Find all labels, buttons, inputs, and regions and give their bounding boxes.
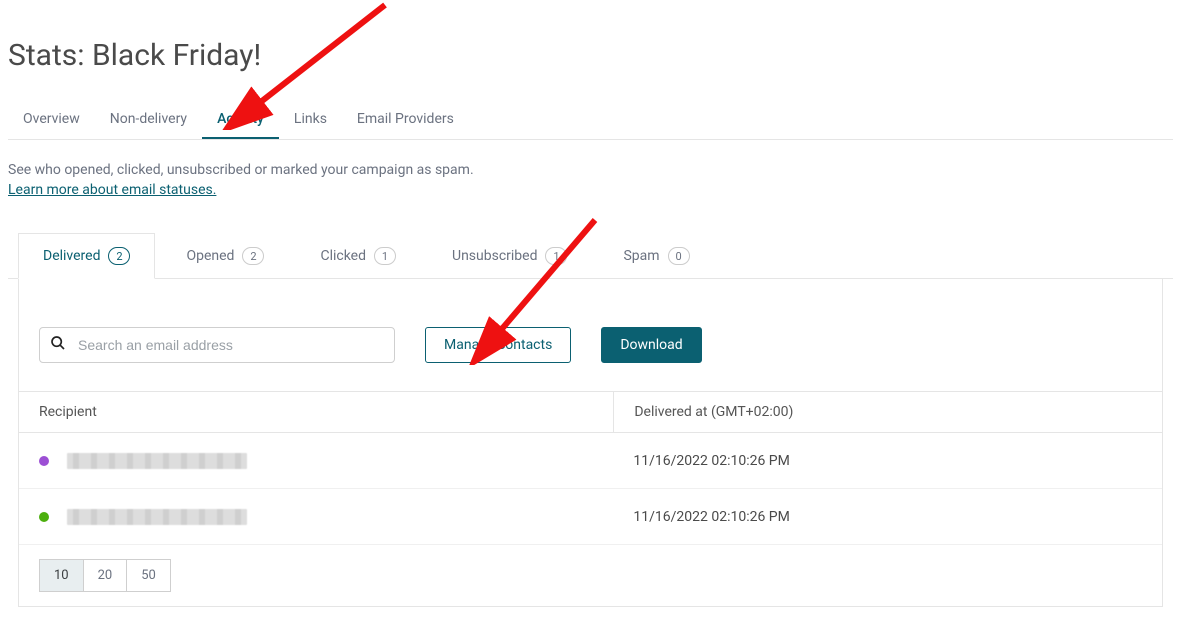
status-dot-icon	[39, 512, 49, 522]
filter-spam[interactable]: Spam 0	[598, 233, 714, 278]
search-input[interactable]	[76, 328, 384, 362]
pagination: 10 20 50	[19, 545, 1162, 606]
filter-unsubscribed-label: Unsubscribed	[452, 248, 538, 264]
filter-unsubscribed[interactable]: Unsubscribed 1	[427, 233, 593, 278]
redacted-email	[67, 453, 247, 469]
page-size-20[interactable]: 20	[83, 559, 128, 592]
cell-recipient	[19, 435, 613, 487]
activity-description: See who opened, clicked, unsubscribed or…	[8, 162, 1173, 178]
filter-tabs: Delivered 2 Opened 2 Clicked 1 Unsubscri…	[8, 232, 1173, 279]
table-header: Recipient Delivered at (GMT+02:00)	[19, 391, 1162, 433]
filter-opened-count: 2	[242, 247, 264, 265]
redacted-email	[67, 509, 247, 525]
toolbar: Manage contacts Download	[19, 279, 1162, 391]
filter-delivered-count: 2	[108, 247, 130, 265]
status-dot-icon	[39, 456, 49, 466]
cell-delivered-at: 11/16/2022 02:10:26 PM	[613, 491, 1162, 543]
page-size-10[interactable]: 10	[39, 559, 84, 592]
filter-delivered[interactable]: Delivered 2	[18, 233, 155, 279]
page-size-selector: 10 20 50	[39, 559, 171, 592]
cell-recipient	[19, 491, 613, 543]
tab-email-providers[interactable]: Email Providers	[342, 101, 469, 139]
table-row: 11/16/2022 02:10:26 PM	[19, 489, 1162, 545]
filter-spam-count: 0	[668, 247, 690, 265]
page-size-50[interactable]: 50	[126, 559, 171, 592]
filter-spam-label: Spam	[623, 248, 659, 264]
download-button[interactable]: Download	[601, 327, 701, 363]
column-recipient: Recipient	[19, 392, 613, 432]
search-icon	[50, 335, 66, 355]
column-delivered-at: Delivered at (GMT+02:00)	[613, 392, 1162, 432]
search-wrapper	[39, 327, 395, 363]
filter-clicked-label: Clicked	[320, 248, 366, 264]
tab-overview[interactable]: Overview	[8, 101, 95, 139]
manage-contacts-button[interactable]: Manage contacts	[425, 327, 571, 363]
filter-clicked-count: 1	[374, 247, 396, 265]
table-row: 11/16/2022 02:10:26 PM	[19, 433, 1162, 489]
tab-non-delivery[interactable]: Non-delivery	[95, 101, 202, 139]
filter-opened[interactable]: Opened 2	[161, 233, 289, 278]
filter-clicked[interactable]: Clicked 1	[295, 233, 421, 278]
main-nav-tabs: Overview Non-delivery Activity Links Ema…	[8, 101, 1173, 140]
cell-delivered-at: 11/16/2022 02:10:26 PM	[613, 435, 1162, 487]
page-title: Stats: Black Friday!	[8, 38, 1173, 73]
activity-content: Manage contacts Download Recipient Deliv…	[18, 279, 1163, 607]
filter-unsubscribed-count: 1	[545, 247, 567, 265]
filter-delivered-label: Delivered	[43, 248, 100, 264]
tab-links[interactable]: Links	[279, 101, 342, 139]
filter-opened-label: Opened	[186, 248, 234, 264]
tab-activity[interactable]: Activity	[202, 101, 279, 139]
learn-more-link[interactable]: Learn more about email statuses.	[8, 182, 216, 198]
